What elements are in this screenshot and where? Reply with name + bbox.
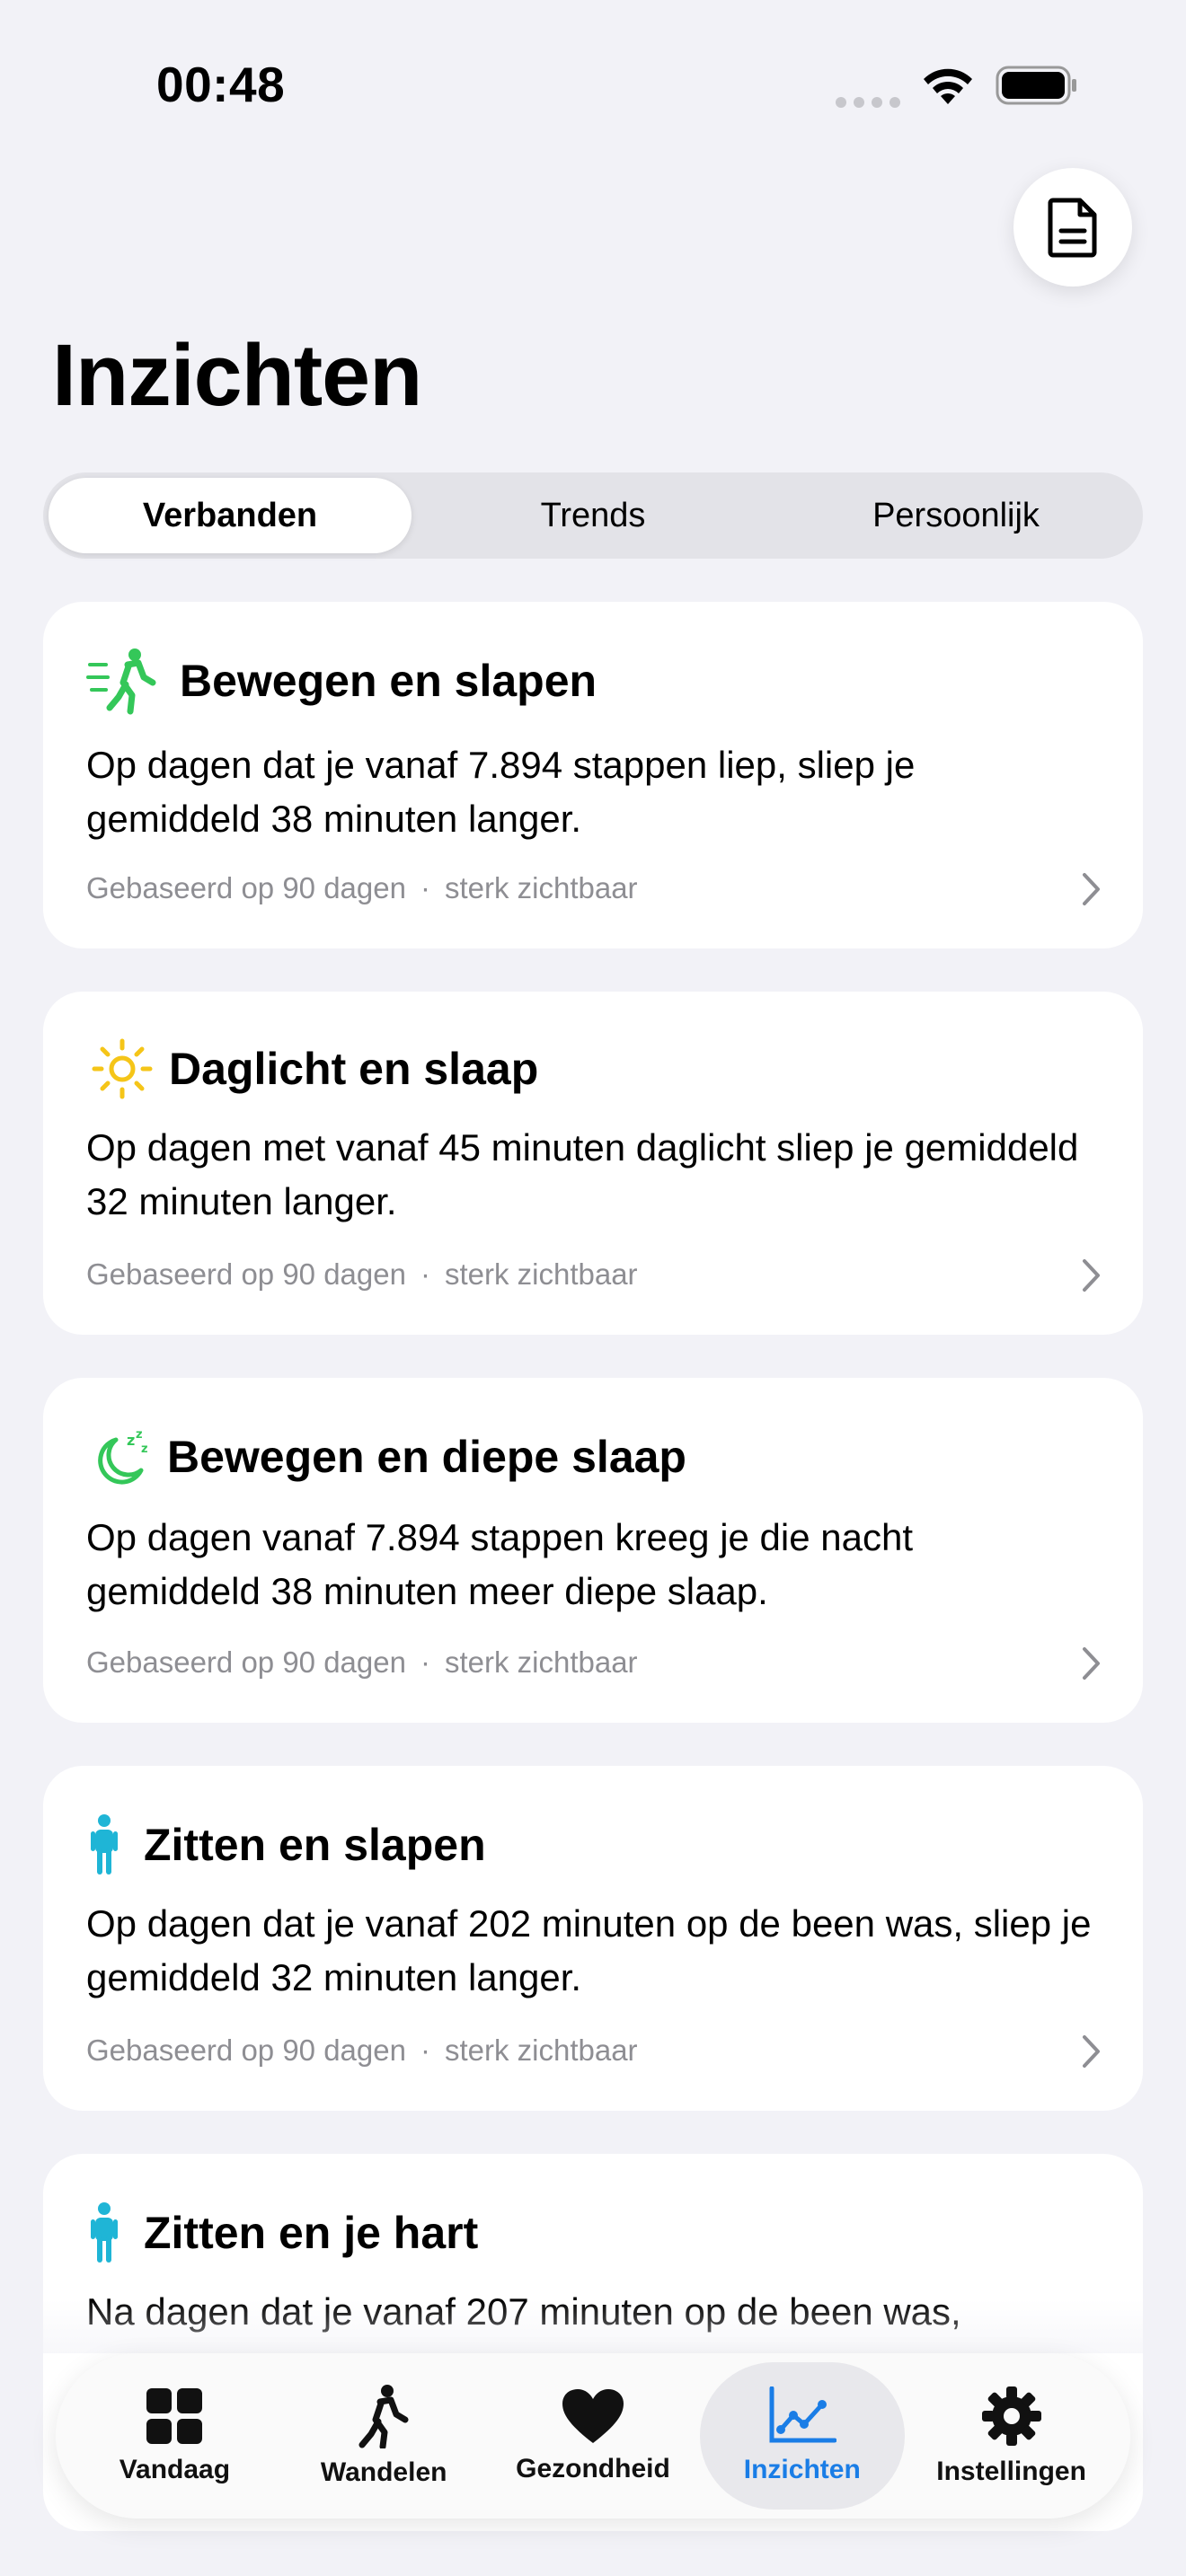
card-basis: Gebaseerd op 90 dagen	[86, 2033, 406, 2067]
tab-label: Wandelen	[320, 2457, 447, 2487]
card-meta: Gebaseerd op 90 dagen · sterk zichtbaar	[86, 1257, 638, 1291]
tab-gezondheid[interactable]: Gezondheid	[491, 2362, 695, 2510]
status-icons	[836, 63, 1078, 108]
tab-instellingen[interactable]: Instellingen	[909, 2362, 1114, 2510]
standing-person-icon	[86, 2197, 122, 2269]
segment-trends[interactable]: Trends	[412, 478, 774, 553]
card-text: Op dagen dat je vanaf 7.894 stappen liep…	[86, 744, 916, 840]
document-icon	[1048, 198, 1097, 258]
card-title: Zitten en je hart	[144, 2208, 479, 2258]
segment-verbanden[interactable]: Verbanden	[49, 478, 412, 553]
tab-label: Instellingen	[936, 2457, 1086, 2486]
card-title: Bewegen en diepe slaap	[167, 1432, 686, 1482]
tab-label: Vandaag	[119, 2455, 231, 2484]
card-text: Op dagen vanaf 7.894 stappen kreeg je di…	[86, 1516, 914, 1612]
insight-card-bewegen-diepe-slaap[interactable]: z z z Bewegen en diepe slaap Op dagen va…	[43, 1378, 1143, 1723]
insight-card-daglicht-slaap[interactable]: Daglicht en slaap Op dagen met vanaf 45 …	[43, 992, 1143, 1335]
card-title: Zitten en slapen	[144, 1820, 486, 1870]
card-meta: Gebaseerd op 90 dagen · sterk zichtbaar	[86, 871, 638, 904]
card-strength: sterk zichtbaar	[444, 871, 638, 904]
card-strength: sterk zichtbaar	[444, 1257, 638, 1291]
chevron-right-icon	[1083, 1647, 1100, 1680]
svg-text:z: z	[141, 1442, 148, 1456]
svg-text:z: z	[127, 1432, 135, 1449]
card-text: Op dagen dat je vanaf 202 minuten op de …	[86, 1902, 1092, 1998]
card-basis: Gebaseerd op 90 dagen	[86, 1257, 406, 1291]
card-strength: sterk zichtbaar	[444, 2033, 638, 2067]
segmented-control: Verbanden Trends Persoonlijk	[43, 472, 1143, 559]
card-meta: Gebaseerd op 90 dagen · sterk zichtbaar	[86, 1645, 638, 1679]
tab-bar: Vandaag Wandelen Gezondheid Inzichten In…	[56, 2353, 1130, 2519]
svg-text:z: z	[136, 1428, 143, 1442]
page-title: Inzichten	[52, 326, 422, 424]
chevron-right-icon	[1083, 873, 1100, 905]
tab-label: Inzichten	[743, 2455, 861, 2484]
tab-vandaag[interactable]: Vandaag	[72, 2362, 277, 2510]
tab-wandelen[interactable]: Wandelen	[281, 2362, 486, 2510]
standing-person-icon	[86, 1809, 122, 1881]
battery-icon	[996, 66, 1076, 105]
chevron-right-icon	[1083, 2035, 1100, 2068]
card-text: Op dagen met vanaf 45 minuten daglicht s…	[86, 1126, 1079, 1222]
chevron-right-icon	[1083, 1259, 1100, 1292]
moon-zzz-icon: z z z	[86, 1421, 158, 1493]
chart-line-icon	[769, 2386, 836, 2443]
insight-card-bewegen-slapen[interactable]: Bewegen en slapen Op dagen dat je vanaf …	[43, 602, 1143, 948]
grid-icon	[146, 2388, 203, 2444]
card-strength: sterk zichtbaar	[444, 1645, 638, 1679]
insight-card-zitten-slapen[interactable]: Zitten en slapen Op dagen dat je vanaf 2…	[43, 1766, 1143, 2111]
scroll-fade	[0, 2299, 1186, 2353]
tab-label: Gezondheid	[516, 2454, 670, 2483]
wifi-icon	[924, 68, 972, 104]
sun-icon	[86, 1033, 158, 1105]
card-meta: Gebaseerd op 90 dagen · sterk zichtbaar	[86, 2033, 638, 2067]
cellular-signal-icon	[836, 97, 900, 108]
card-title: Daglicht en slaap	[169, 1044, 539, 1094]
card-title: Bewegen en slapen	[180, 656, 597, 706]
walking-motion-icon	[86, 645, 158, 717]
walking-icon	[358, 2385, 409, 2448]
heart-icon	[562, 2389, 624, 2443]
document-button[interactable]	[1013, 168, 1132, 287]
gear-icon	[981, 2386, 1041, 2446]
status-time: 00:48	[156, 57, 286, 112]
segment-persoonlijk[interactable]: Persoonlijk	[774, 478, 1137, 553]
card-basis: Gebaseerd op 90 dagen	[86, 871, 406, 904]
card-basis: Gebaseerd op 90 dagen	[86, 1645, 406, 1679]
tab-inzichten[interactable]: Inzichten	[699, 2362, 905, 2510]
status-bar: 00:48	[0, 0, 1186, 171]
